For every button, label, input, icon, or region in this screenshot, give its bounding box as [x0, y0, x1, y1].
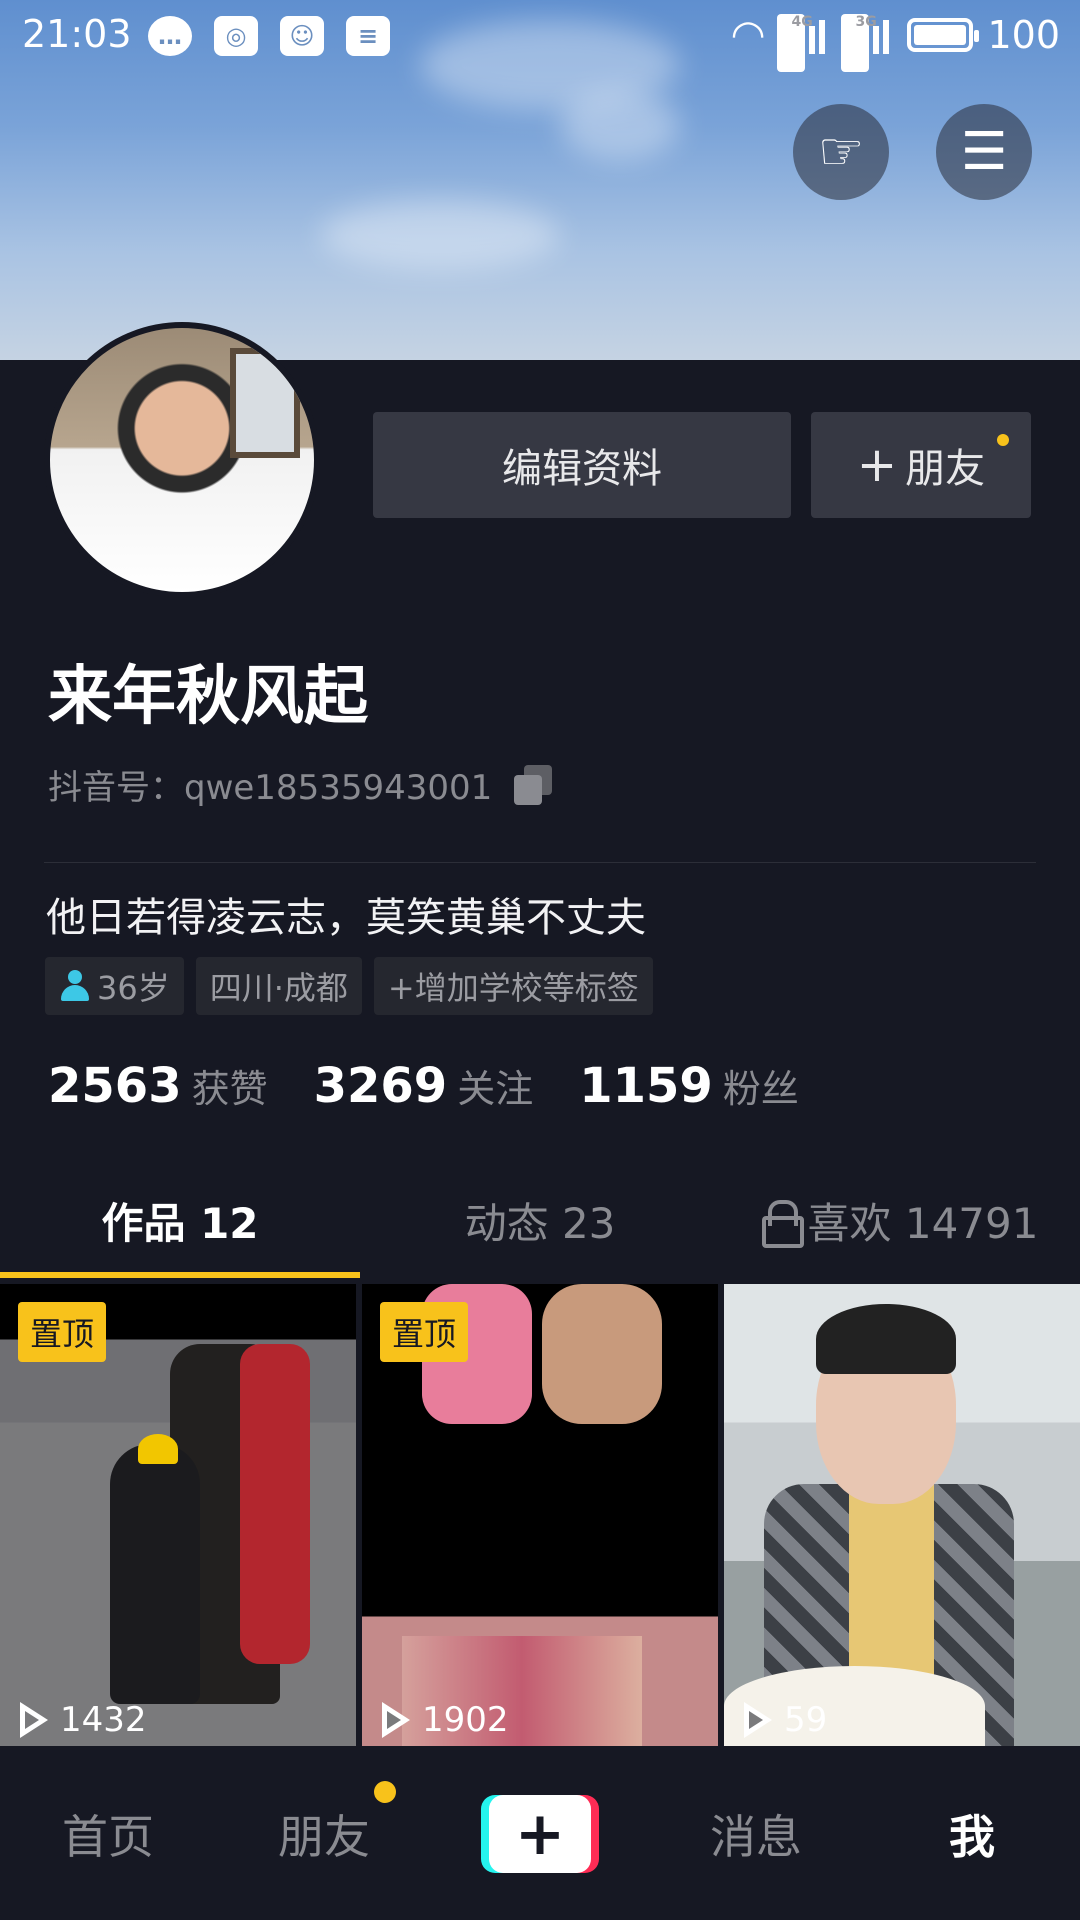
edit-profile-button[interactable]: 编辑资料: [373, 412, 791, 518]
add-school-tag-button[interactable]: +增加学校等标签: [373, 957, 653, 1015]
weibo-icon: ◎: [214, 16, 258, 56]
tab-likes[interactable]: 喜欢 14791: [720, 1162, 1080, 1278]
nav-friends[interactable]: 朋友: [216, 1781, 432, 1867]
hand-pointer-button[interactable]: ☞: [793, 104, 889, 200]
profile-bio: 他日若得凌云志，莫笑黄巢不丈夫: [46, 895, 646, 941]
play-count: 1902: [380, 1700, 509, 1740]
signal-icon: 3G: [841, 14, 893, 72]
news-icon: ≡: [346, 16, 390, 56]
avatar[interactable]: [44, 322, 320, 598]
video-thumbnail[interactable]: 置顶 1902: [362, 1284, 718, 1746]
nav-messages[interactable]: 消息: [648, 1801, 864, 1867]
copy-icon[interactable]: [514, 764, 554, 805]
menu-icon: ☰: [960, 122, 1008, 182]
profile-stats: 2563 获赞 3269 关注 1159 粉丝: [48, 1058, 799, 1114]
create-button[interactable]: +: [481, 1795, 599, 1873]
play-icon: [742, 1702, 774, 1738]
battery-icon: [907, 18, 980, 52]
likes-stat[interactable]: 2563 获赞: [48, 1058, 268, 1114]
following-stat[interactable]: 3269 关注: [314, 1058, 534, 1114]
add-friend-button[interactable]: + 朋友: [811, 412, 1031, 518]
lock-icon: [761, 1200, 804, 1248]
pinned-badge: 置顶: [380, 1302, 469, 1362]
user-id-row: 抖音号：qwe18535943001: [48, 760, 554, 809]
play-count: 59: [742, 1700, 827, 1740]
person-icon: [59, 970, 91, 1002]
pinned-badge: 置顶: [18, 1302, 107, 1362]
user-id-value: qwe18535943001: [184, 768, 493, 808]
hand-pointer-icon: ☞: [817, 122, 865, 182]
play-icon: [18, 1702, 50, 1738]
video-thumbnail[interactable]: 59: [724, 1284, 1080, 1746]
profile-tags: 36岁 四川·成都 +增加学校等标签: [45, 957, 653, 1015]
status-bar: 21:03 … ◎ ☺ ≡ ◠ 4G 3G 100: [0, 0, 1080, 76]
add-friend-label: 朋友: [905, 446, 986, 492]
age-tag: 36岁: [45, 957, 184, 1015]
video-thumbnail[interactable]: 置顶 1432: [0, 1284, 356, 1746]
message-icon: …: [148, 16, 192, 56]
wifi-icon: ◠: [730, 12, 766, 58]
qq-icon: ☺: [280, 16, 324, 56]
content-tabs: 作品 12 动态 23 喜欢 14791: [0, 1162, 1080, 1278]
bottom-nav: 首页 朋友 + 消息 我: [0, 1748, 1080, 1920]
profile-name: 来年秋风起: [48, 660, 368, 734]
nav-me[interactable]: 我: [864, 1801, 1080, 1867]
edit-profile-label: 编辑资料: [502, 446, 662, 492]
signal-icon: 4G: [777, 14, 829, 72]
menu-button[interactable]: ☰: [936, 104, 1032, 200]
notification-dot: [997, 434, 1009, 446]
battery-level: 100: [987, 13, 1060, 57]
status-time: 21:03: [22, 12, 132, 56]
followers-stat[interactable]: 1159 粉丝: [579, 1058, 799, 1114]
video-grid: 置顶 1432 置顶 1902 59: [0, 1284, 1080, 1746]
plus-icon: +: [489, 1795, 591, 1873]
nav-add[interactable]: +: [432, 1795, 648, 1873]
tab-posts[interactable]: 动态 23: [360, 1162, 720, 1278]
plus-icon: +: [856, 437, 898, 493]
user-id-label: 抖音号：: [48, 768, 184, 808]
play-count: 1432: [18, 1700, 147, 1740]
divider: [44, 862, 1036, 863]
nav-home[interactable]: 首页: [0, 1801, 216, 1867]
play-icon: [380, 1702, 412, 1738]
tab-works[interactable]: 作品 12: [0, 1162, 360, 1278]
notification-dot: [374, 1781, 396, 1803]
location-tag: 四川·成都: [195, 957, 362, 1015]
